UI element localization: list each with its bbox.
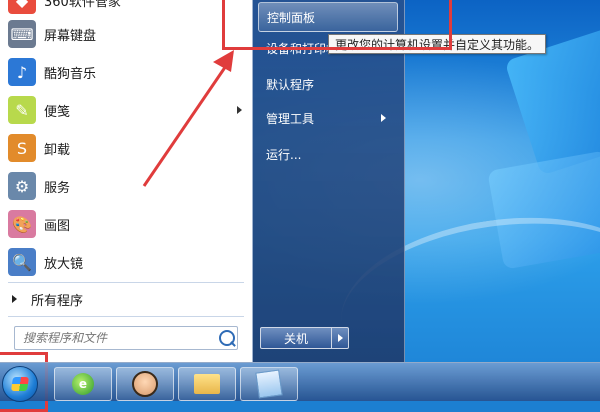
annotation-arrow-line <box>142 59 232 187</box>
annotation-arrow <box>142 50 234 187</box>
taskbar-button-browser[interactable]: e <box>54 367 112 401</box>
taskbar: e <box>0 362 600 402</box>
taskbar-button-notes[interactable] <box>240 367 298 401</box>
taskbar-button-user-app[interactable] <box>116 367 174 401</box>
taskbar-button-explorer[interactable] <box>178 367 236 401</box>
notepad-icon <box>255 369 283 399</box>
start-button[interactable] <box>2 366 38 402</box>
windows-flag-icon <box>11 377 29 391</box>
cartoon-face-icon <box>132 371 158 397</box>
browser-icon: e <box>72 373 94 395</box>
folder-icon <box>194 374 220 394</box>
